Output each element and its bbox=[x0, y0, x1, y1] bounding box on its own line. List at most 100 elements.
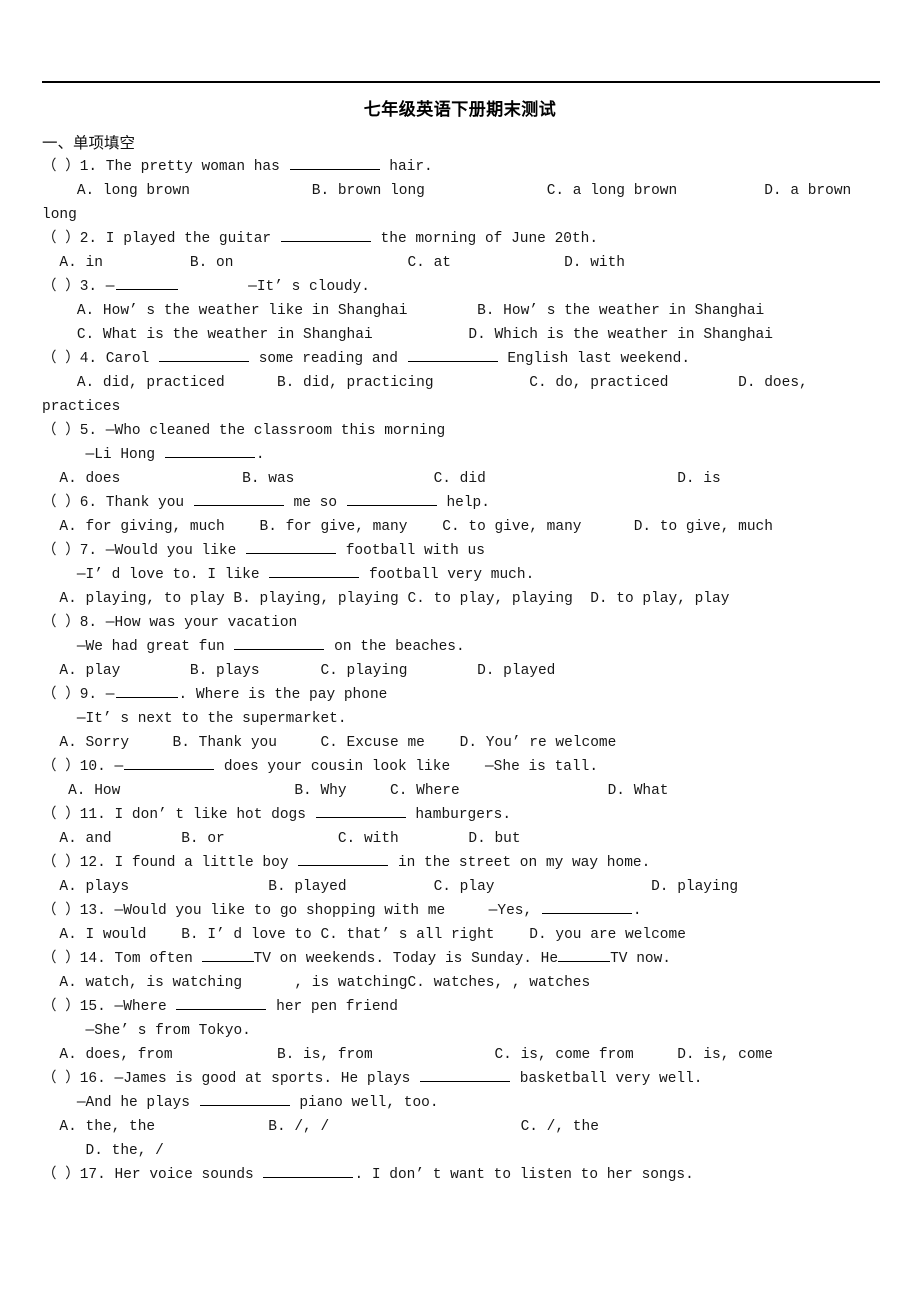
question-options: A. plays B. played C. play D. playing bbox=[42, 879, 739, 895]
question-stem: （ ）7. —Would you like football with us bbox=[42, 539, 882, 563]
answer-blank bbox=[201, 947, 254, 962]
question-stem-text: —Li Hong bbox=[42, 447, 164, 463]
question-stem-text: （ ）1. The pretty woman has bbox=[42, 159, 289, 175]
question-stem-text: （ ）4. Carol bbox=[42, 351, 159, 367]
question-stem-text: basketball very well. bbox=[511, 1071, 703, 1087]
question-stem-text: her pen friend bbox=[267, 999, 398, 1015]
exam-page: 七年级英语下册期末测试 一、单项填空 （ ）1. The pretty woma… bbox=[0, 0, 920, 1302]
question-options: A. and B. or C. with D. but bbox=[42, 831, 521, 847]
question-options: A. I would B. I’ d love to C. that’ s al… bbox=[42, 927, 686, 943]
answer-blank bbox=[234, 635, 325, 650]
section-heading: 一、单项填空 bbox=[42, 134, 136, 152]
question-options: A. playing, to play B. playing, playing … bbox=[42, 591, 730, 607]
question-stem-text: . bbox=[632, 903, 642, 919]
question-stem: （ ）3. — —It’ s cloudy. bbox=[42, 275, 882, 299]
question-options: A. does B. was C. did D. is bbox=[42, 471, 721, 487]
question-stem-text: （ ）9. — bbox=[42, 687, 115, 703]
question-stem-text: （ ）6. Thank you bbox=[42, 495, 193, 511]
question-stem-text: —It’ s cloudy. bbox=[178, 279, 370, 295]
question-options: A. does, from B. is, from C. is, come fr… bbox=[42, 1047, 773, 1063]
question-stem: （ ）14. Tom often TV on weekends. Today i… bbox=[42, 947, 882, 971]
question-stem: （ ）16. —James is good at sports. He play… bbox=[42, 1067, 882, 1091]
question-stem-text: TV now. bbox=[610, 951, 672, 967]
question-stem: （ ）9. — . Where is the pay phone bbox=[42, 683, 882, 707]
question-stem-text: —I’ d love to. I like bbox=[42, 567, 269, 583]
question-stem-text: on the beaches. bbox=[325, 639, 465, 655]
question-stem: （ ）13. —Would you like to go shopping wi… bbox=[42, 899, 882, 923]
answer-blank bbox=[176, 995, 267, 1010]
answer-blank bbox=[199, 1091, 290, 1106]
question-stem-text: some reading and bbox=[250, 351, 407, 367]
question-stem-text: （ ）3. — bbox=[42, 279, 115, 295]
question-stem: （ ）11. I don’ t like hot dogs hamburgers… bbox=[42, 803, 882, 827]
question-options: A. for giving, much B. for give, many C.… bbox=[42, 519, 773, 535]
question-stem: —We had great fun on the beaches. bbox=[42, 635, 882, 659]
question-stem-text: （ ）13. —Would you like to go shopping wi… bbox=[42, 903, 541, 919]
question-stem-text: me so bbox=[284, 495, 346, 511]
answer-blank bbox=[124, 755, 215, 770]
question-stem: —And he plays piano well, too. bbox=[42, 1091, 882, 1115]
answer-blank bbox=[420, 1067, 511, 1082]
answer-blank bbox=[193, 491, 284, 506]
question-stem: （ ）6. Thank you me so help. bbox=[42, 491, 882, 515]
answer-blank bbox=[263, 1163, 354, 1178]
question-stem-text: the morning of June 20th. bbox=[371, 231, 599, 247]
exam-body: 一、单项填空 （ ）1. The pretty woman has hair. … bbox=[42, 131, 882, 1187]
question-options: A. in B. on C. at D. with bbox=[42, 255, 625, 271]
answer-blank bbox=[115, 683, 178, 698]
question-stem: （ ）1. The pretty woman has hair. bbox=[42, 155, 882, 179]
question-stem: （ ）12. I found a little boy in the stree… bbox=[42, 851, 882, 875]
question-stem-text: —And he plays bbox=[42, 1095, 199, 1111]
question-stem: （ ）5. —Who cleaned the classroom this mo… bbox=[42, 423, 446, 439]
question-stem: （ ）8. —How was your vacation bbox=[42, 615, 298, 631]
question-stem-text: piano well, too. bbox=[290, 1095, 439, 1111]
answer-blank bbox=[269, 563, 360, 578]
question-stem-text: in the street on my way home. bbox=[389, 855, 651, 871]
question-stem: —I’ d love to. I like football very much… bbox=[42, 563, 882, 587]
question-stem-text: （ ）2. I played the guitar bbox=[42, 231, 280, 247]
question-stem-text: does your cousin look like —She is tall. bbox=[215, 759, 599, 775]
question-stem: —It’ s next to the supermarket. bbox=[42, 711, 347, 727]
question-stem-text: football with us bbox=[337, 543, 485, 559]
page-title: 七年级英语下册期末测试 bbox=[363, 100, 557, 120]
question-stem-text: . I don’ t want to listen to her songs. bbox=[354, 1167, 694, 1183]
question-options: A. How’ s the weather like in Shanghai B… bbox=[76, 303, 773, 343]
answer-blank bbox=[407, 347, 498, 362]
question-stem-text: TV on weekends. Today is Sunday. He bbox=[253, 951, 559, 967]
answer-blank bbox=[159, 347, 250, 362]
question-options: A. the, the B. /, / C. /, the D. the, / bbox=[59, 1119, 599, 1159]
answer-blank bbox=[115, 275, 178, 290]
answer-blank bbox=[541, 899, 632, 914]
question-stem: （ ）4. Carol some reading and English las… bbox=[42, 347, 882, 371]
question-stem-text: （ ）15. —Where bbox=[42, 999, 176, 1015]
question-stem: （ ）15. —Where her pen friend bbox=[42, 995, 882, 1019]
question-stem-text: hamburgers. bbox=[406, 807, 512, 823]
question-options: A. How B. Why C. Where D. What bbox=[42, 783, 669, 799]
question-stem-text: . Where is the pay phone bbox=[178, 687, 388, 703]
question-stem: —Li Hong . bbox=[42, 443, 882, 467]
question-options: A. did, practiced B. did, practicing C. … bbox=[42, 375, 817, 415]
question-options: A. play B. plays C. playing D. played bbox=[42, 663, 556, 679]
answer-blank bbox=[558, 947, 611, 962]
answer-blank bbox=[289, 155, 380, 170]
answer-blank bbox=[298, 851, 389, 866]
answer-blank bbox=[246, 539, 337, 554]
question-stem: （ ）17. Her voice sounds . I don’ t want … bbox=[42, 1163, 882, 1187]
question-stem-text: . bbox=[255, 447, 265, 463]
question-stem-text: （ ）14. Tom often bbox=[42, 951, 202, 967]
question-stem: （ ）2. I played the guitar the morning of… bbox=[42, 227, 882, 251]
question-stem-text: football very much. bbox=[360, 567, 535, 583]
question-stem-text: help. bbox=[437, 495, 490, 511]
question-stem: （ ）10. — does your cousin look like —She… bbox=[42, 755, 882, 779]
question-stem-text: （ ）11. I don’ t like hot dogs bbox=[42, 807, 315, 823]
question-stem-text: English last weekend. bbox=[498, 351, 691, 367]
question-options: A. Sorry B. Thank you C. Excuse me D. Yo… bbox=[42, 735, 617, 751]
answer-blank bbox=[164, 443, 255, 458]
header-rule bbox=[42, 81, 880, 83]
answer-blank bbox=[280, 227, 371, 242]
question-stem: —She’ s from Tokyo. bbox=[42, 1023, 251, 1039]
question-options: A. long brown B. brown long C. a long br… bbox=[42, 183, 860, 223]
question-stem-text: —We had great fun bbox=[42, 639, 234, 655]
question-stem-text: hair. bbox=[380, 159, 433, 175]
question-stem-text: （ ）7. —Would you like bbox=[42, 543, 246, 559]
